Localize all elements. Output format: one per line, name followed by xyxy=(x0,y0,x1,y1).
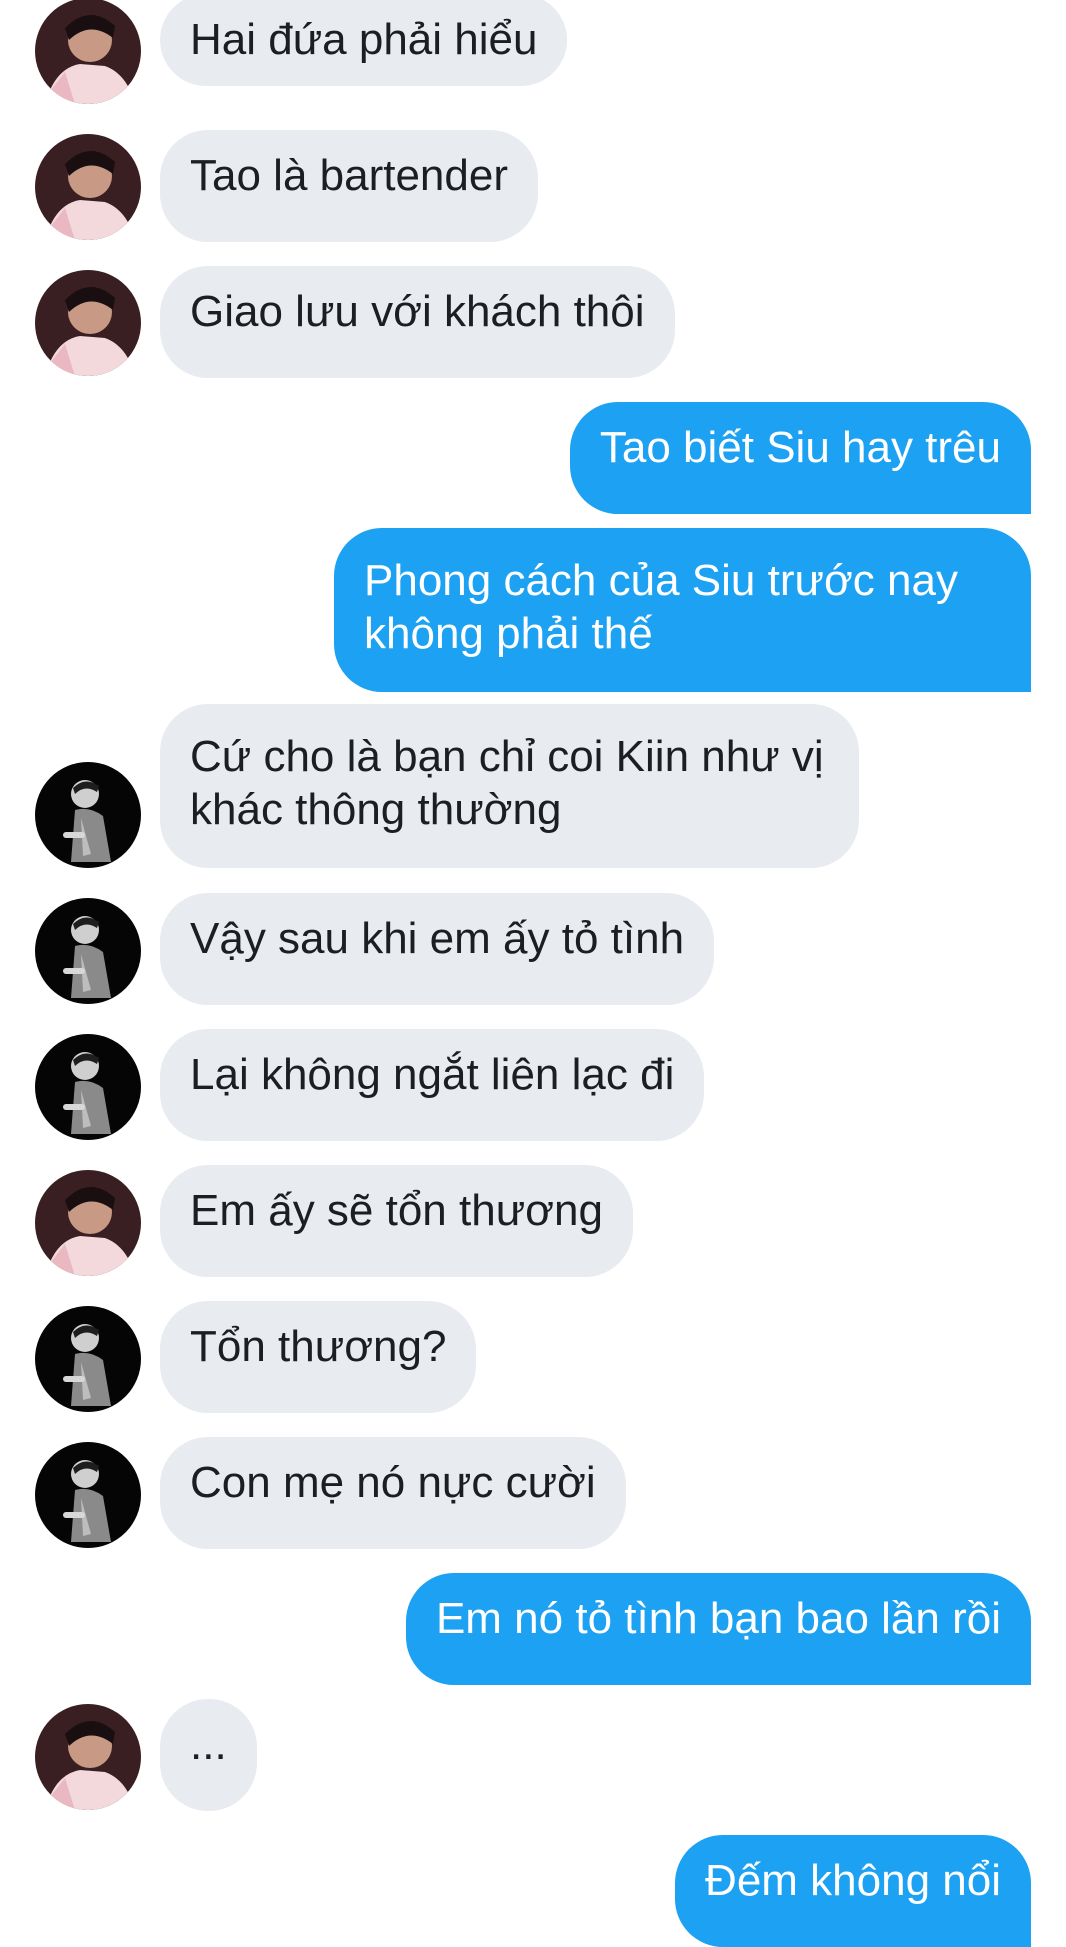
message-text: Em nó tỏ tình bạn bao lần rồi xyxy=(435,1594,1001,1643)
message-bubble-incoming[interactable]: Em ấy sẽ tổn thương xyxy=(160,1165,633,1277)
message-text: Đếm không nổi xyxy=(705,1856,1001,1905)
avatar-dark-portrait-icon xyxy=(35,1306,141,1412)
avatar-pink-jacket-icon xyxy=(35,1170,141,1276)
avatar-dark-portrait-icon xyxy=(35,762,141,868)
avatar-dark-portrait[interactable] xyxy=(35,1306,141,1412)
message-bubble-outgoing[interactable]: Phong cách của Siu trước nay không phải … xyxy=(334,528,1031,692)
message-bubble-outgoing[interactable]: Tao biết Siu hay trêu xyxy=(569,402,1031,514)
avatar-pink-jacket-icon xyxy=(35,134,141,240)
avatar-pink-jacket[interactable] xyxy=(35,134,141,240)
avatar-pink-jacket[interactable] xyxy=(35,0,141,104)
message-bubble-incoming[interactable]: Giao lưu với khách thôi xyxy=(160,266,675,378)
message-bubble-incoming[interactable]: Hai đứa phải hiểu xyxy=(160,0,568,86)
message-bubble-incoming[interactable]: Tổn thương? xyxy=(160,1301,477,1413)
message-text: Phong cách của Siu trước nay không phải … xyxy=(364,556,958,658)
message-text: Tao là bartender xyxy=(190,151,508,200)
message-text: Lại không ngắt liên lạc đi xyxy=(190,1050,675,1099)
avatar-dark-portrait-icon xyxy=(35,1034,141,1140)
avatar-dark-portrait-icon xyxy=(35,898,141,1004)
message-bubble-outgoing[interactable]: Đếm không nổi xyxy=(675,1835,1031,1947)
avatar-dark-portrait[interactable] xyxy=(35,1442,141,1548)
message-bubble-outgoing[interactable]: Em nó tỏ tình bạn bao lần rồi xyxy=(405,1573,1031,1685)
message-bubble-incoming[interactable]: Cứ cho là bạn chỉ coi Kiin như vị khác t… xyxy=(160,704,859,868)
message-text: Tao biết Siu hay trêu xyxy=(599,423,1001,472)
message-text: Hai đứa phải hiểu xyxy=(190,15,538,64)
message-text: Tổn thương? xyxy=(190,1322,447,1371)
avatar-dark-portrait[interactable] xyxy=(35,1034,141,1140)
message-bubble-incoming[interactable]: ... xyxy=(160,1699,257,1811)
message-text: Con mẹ nó nực cười xyxy=(190,1458,596,1507)
avatar-dark-portrait-icon xyxy=(35,1442,141,1548)
message-text: Vậy sau khi em ấy tỏ tình xyxy=(190,914,685,963)
avatar-pink-jacket-icon xyxy=(35,270,141,376)
message-text: Em ấy sẽ tổn thương xyxy=(190,1186,603,1235)
avatar-dark-portrait[interactable] xyxy=(35,898,141,1004)
avatar-pink-jacket-icon xyxy=(35,0,141,104)
chat-thread[interactable]: Hai đứa phải hiểu Tao là bartender Giao … xyxy=(0,0,1066,1947)
message-bubble-incoming[interactable]: Con mẹ nó nực cười xyxy=(160,1437,626,1549)
avatar-dark-portrait[interactable] xyxy=(35,762,141,868)
message-bubble-incoming[interactable]: Lại không ngắt liên lạc đi xyxy=(160,1029,705,1141)
avatar-pink-jacket[interactable] xyxy=(35,1704,141,1810)
message-text: Giao lưu với khách thôi xyxy=(190,287,645,336)
avatar-pink-jacket[interactable] xyxy=(35,270,141,376)
avatar-pink-jacket[interactable] xyxy=(35,1170,141,1276)
message-bubble-incoming[interactable]: Tao là bartender xyxy=(160,130,538,242)
avatar-pink-jacket-icon xyxy=(35,1704,141,1810)
message-text: ... xyxy=(190,1720,227,1769)
message-text: Cứ cho là bạn chỉ coi Kiin như vị khác t… xyxy=(190,732,824,834)
message-bubble-incoming[interactable]: Vậy sau khi em ấy tỏ tình xyxy=(160,893,715,1005)
